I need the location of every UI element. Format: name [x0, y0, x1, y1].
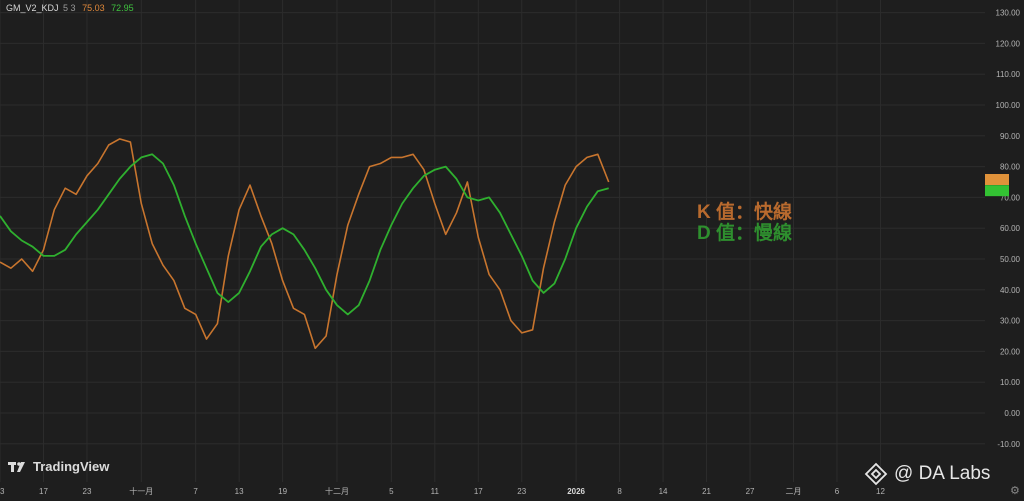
y-tick-label: 30.00: [1000, 317, 1021, 326]
y-tick-label: 50.00: [1000, 255, 1021, 264]
x-tick-label: 二月: [786, 487, 802, 496]
y-tick-label: 90.00: [1000, 132, 1021, 141]
x-tick-label: 5: [389, 487, 394, 496]
y-tick-label: 110.00: [996, 70, 1020, 79]
x-tick-label: 14: [659, 487, 668, 496]
x-axis-ticks: 13 17 23 十一月 7 13 19 十二月 5 11 17 23 2026 8 14 21 27 二月 6 12: [0, 486, 885, 496]
d-last-value-badge: [985, 185, 1009, 197]
d-value: 72.95: [111, 3, 134, 13]
y-tick-label: 10.00: [1000, 378, 1021, 387]
x-tick-label: 17: [474, 487, 483, 496]
x-tick-label: 2026: [567, 487, 585, 496]
diamond-logo-icon: [864, 462, 888, 486]
y-tick-label: 20.00: [1000, 347, 1021, 356]
y-tick-label: 0.00: [1004, 409, 1020, 418]
indicator-header[interactable]: GM_V2_KDJ 5 3 75.03 72.95: [6, 3, 134, 13]
x-tick-label: 12: [876, 487, 885, 496]
x-tick-label: 17: [39, 487, 48, 496]
x-tick-label: 19: [278, 487, 287, 496]
y-axis-ticks: 130.00120.00110.00100.0090.0080.0070.006…: [996, 9, 1021, 449]
tradingview-logo-icon: [8, 461, 25, 472]
indicator-name: GM_V2_KDJ: [6, 3, 59, 13]
k-last-value-badge: [985, 174, 1009, 185]
k-value: 75.03: [82, 3, 105, 13]
y-tick-label: 130.00: [996, 9, 1021, 18]
y-tick-label: 60.00: [1000, 224, 1021, 233]
y-tick-label: 120.00: [996, 39, 1021, 48]
x-tick-label: 23: [517, 487, 526, 496]
legend-note: K 值：快線 D 值：慢線: [697, 202, 792, 244]
x-tick-label: 13: [0, 487, 5, 496]
tradingview-logo-text: TradingView: [33, 459, 110, 474]
chart-grid: [0, 0, 985, 482]
watermark-text: @ DA Labs: [894, 463, 991, 484]
x-tick-label: 21: [702, 487, 711, 496]
legend-k-line: K 值：快線: [697, 202, 793, 223]
x-tick-label: 13: [235, 487, 244, 496]
x-tick-label: 23: [83, 487, 92, 496]
x-tick-label: 6: [835, 487, 840, 496]
y-tick-label: -10.00: [997, 440, 1020, 449]
x-tick-label: 十二月: [325, 486, 349, 496]
x-tick-label: 27: [746, 487, 755, 496]
y-tick-label: 100.00: [996, 101, 1021, 110]
settings-gear-icon[interactable]: ⚙: [1010, 484, 1020, 497]
d-line-series: [0, 153, 609, 316]
y-tick-label: 40.00: [1000, 286, 1021, 295]
tradingview-logo[interactable]: TradingView: [8, 459, 109, 474]
x-tick-label: 7: [193, 487, 198, 496]
legend-d-line: D 值：慢線: [697, 223, 793, 244]
y-tick-label: 80.00: [1000, 163, 1021, 172]
x-tick-label: 十一月: [129, 486, 153, 496]
da-labs-watermark: @ DA Labs: [864, 462, 990, 486]
last-value-badges: [985, 174, 1009, 197]
k-line-series: [0, 138, 610, 350]
x-tick-label: 11: [431, 487, 440, 496]
kdj-chart[interactable]: 130.00 120.00 110.00 100.00 90.00 80.00 7 0.00 6…: [0, 0, 1024, 501]
indicator-params: 5 3: [63, 3, 76, 13]
x-tick-label: 8: [617, 487, 622, 496]
